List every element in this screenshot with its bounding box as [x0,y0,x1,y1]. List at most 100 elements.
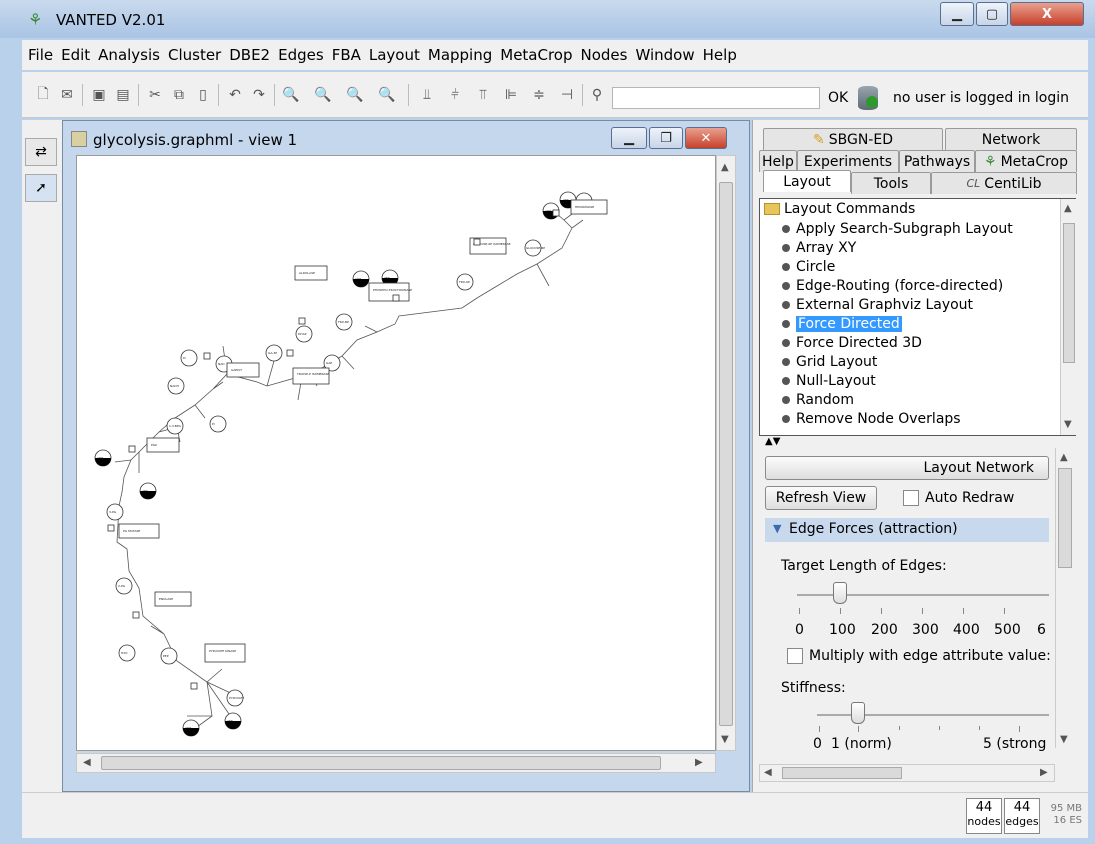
graph-node-enzyme[interactable]: HEXOKINASE GLUCOSE-6P ISOMERASE ALDOLASE… [118,199,608,663]
graph-hscroll-thumb[interactable] [101,756,661,770]
scroll-down-icon[interactable]: ▼ [1064,419,1072,430]
graph-close-button[interactable]: ✕ [685,127,727,149]
zoom-in-icon[interactable]: 🔍 [312,84,334,106]
memory-indicator[interactable]: 95 MB 16 ES [1042,803,1082,827]
right-panel-hscroll-thumb[interactable] [782,767,902,779]
tree-item-edge-routing[interactable]: Edge-Routing (force-directed) [782,278,1003,294]
graph-canvas[interactable]: ADP ATP GLUCOSE GLUCOSE-6P FRU-6P ATP AD… [76,155,716,751]
layout-network-button[interactable]: Layout Network [765,456,1049,480]
svg-text:Pi: Pi [212,422,215,426]
save-icon[interactable]: ▣ [88,84,110,106]
select-tool-icon[interactable]: ➚ [25,174,57,202]
login-link[interactable]: login [1035,90,1069,106]
splitter-handle-icon[interactable]: ▲▼ [765,436,780,447]
menu-edit[interactable]: Edit [61,46,90,64]
menu-analysis[interactable]: Analysis [98,46,160,64]
tree-item-external-graphviz[interactable]: External Graphviz Layout [782,297,973,313]
menu-mapping[interactable]: Mapping [428,46,492,64]
edges-count-box: 44 edges [1004,798,1040,834]
align-top-icon[interactable]: ⫪ [472,84,494,106]
menu-cluster[interactable]: Cluster [168,46,221,64]
menu-file[interactable]: File [28,46,53,64]
menu-edges[interactable]: Edges [278,46,324,64]
align-right-icon[interactable]: ⊣ [556,84,578,106]
scroll-down-icon[interactable]: ▼ [1060,734,1068,745]
tab-metacrop[interactable]: ⚘ MetaCrop [975,150,1077,172]
tab-tools[interactable]: Tools [851,172,931,194]
scroll-left-icon[interactable]: ◀ [764,767,772,778]
multiply-label: Multiply with edge attribute value: [809,648,1051,664]
scroll-up-icon[interactable]: ▲ [721,162,729,173]
scroll-left-icon[interactable]: ◀ [83,757,91,768]
align-bottom-icon[interactable]: ⫫ [416,84,438,106]
tree-item-remove-node-overlaps[interactable]: Remove Node Overlaps [782,411,961,427]
align-middle-icon[interactable]: ≑ [528,84,550,106]
tree-item-random[interactable]: Random [782,392,854,408]
graph-minimize-button[interactable]: ▁ [611,127,647,149]
zoom-out-icon[interactable]: 🔍 [280,84,302,106]
graph-vscroll-thumb[interactable] [719,182,733,726]
tree-item-circle[interactable]: Circle [782,259,835,275]
tab-pathways[interactable]: Pathways [899,150,975,172]
target-length-slider[interactable] [833,582,847,604]
save-as-icon[interactable]: ▤ [112,84,134,106]
edge-forces-section-header[interactable]: ▼ Edge Forces (attraction) [765,518,1049,542]
align-center-icon[interactable]: ⫩ [444,84,466,106]
tree-item-array-xy[interactable]: Array XY [782,240,856,256]
open-icon[interactable]: ✉ [56,84,78,106]
layout-command-tree[interactable]: Layout Commands Apply Search-Subgraph La… [759,198,1076,436]
tab-experiments[interactable]: Experiments [797,150,899,172]
tree-scrollbar[interactable]: ▲ ▼ [1060,199,1076,435]
tree-root[interactable]: Layout Commands [764,201,915,217]
tab-help[interactable]: Help [759,150,797,172]
menu-nodes[interactable]: Nodes [581,46,628,64]
graph-vertical-scrollbar[interactable]: ▲ ▼ [716,155,736,751]
ok-button[interactable]: OK [828,90,848,106]
menu-metacrop[interactable]: MetaCrop [500,46,572,64]
tree-item-null-layout[interactable]: Null-Layout [782,373,876,389]
scroll-right-icon[interactable]: ▶ [1040,767,1048,778]
right-panel-horizontal-scrollbar[interactable]: ◀ ▶ [759,764,1055,782]
edges-label: edges [1005,815,1039,828]
cut-icon[interactable]: ✂ [144,84,166,106]
menu-fba[interactable]: FBA [332,46,361,64]
tree-item-force-directed[interactable]: Force Directed [782,316,902,332]
tree-item-force-directed-3d[interactable]: Force Directed 3D [782,335,922,351]
align-left-icon[interactable]: ⊫ [500,84,522,106]
multiply-edge-attribute-checkbox[interactable] [787,648,803,664]
tab-sbgn-ed[interactable]: ✎ SBGN-ED [763,128,943,150]
refresh-view-button[interactable]: Refresh View [765,486,877,510]
zoom-reset-icon[interactable]: 🔍 [376,84,398,106]
zoom-fit-icon[interactable]: 🔍 [344,84,366,106]
tree-item-apply-search-subgraph[interactable]: Apply Search-Subgraph Layout [782,221,1013,237]
edit-tool-icon[interactable]: ⇄ [25,138,57,166]
maximize-button[interactable]: ▢ [976,2,1008,26]
menu-layout[interactable]: Layout [369,46,420,64]
menu-help[interactable]: Help [703,46,737,64]
tab-layout[interactable]: Layout [763,170,851,192]
graph-horizontal-scrollbar[interactable]: ◀ ▶ [76,753,716,773]
tree-item-grid-layout[interactable]: Grid Layout [782,354,877,370]
auto-redraw-checkbox[interactable] [903,490,919,506]
redo-icon[interactable]: ↷ [248,84,270,106]
options-scroll-thumb[interactable] [1058,468,1072,568]
tab-network[interactable]: Network [945,128,1077,150]
scroll-down-icon[interactable]: ▼ [721,734,729,745]
scroll-right-icon[interactable]: ▶ [695,757,703,768]
menu-window[interactable]: Window [635,46,694,64]
menu-dbe2[interactable]: DBE2 [229,46,270,64]
minimize-button[interactable]: ▁ [940,2,974,26]
stiffness-slider[interactable] [851,702,865,724]
close-button[interactable]: X [1010,2,1084,26]
scroll-up-icon[interactable]: ▲ [1064,203,1072,214]
new-file-icon[interactable]: 🗋 [32,84,54,106]
search-input[interactable] [612,87,820,109]
graph-restore-button[interactable]: ❐ [649,127,683,149]
undo-icon[interactable]: ↶ [224,84,246,106]
tree-scroll-thumb[interactable] [1063,223,1075,363]
paste-icon[interactable]: ▯ [192,84,214,106]
copy-icon[interactable]: ⧉ [168,84,190,106]
tab-centilib[interactable]: CL CentiLib [931,172,1077,194]
options-scrollbar[interactable]: ▲ ▼ [1055,448,1073,748]
scroll-up-icon[interactable]: ▲ [1060,452,1068,463]
